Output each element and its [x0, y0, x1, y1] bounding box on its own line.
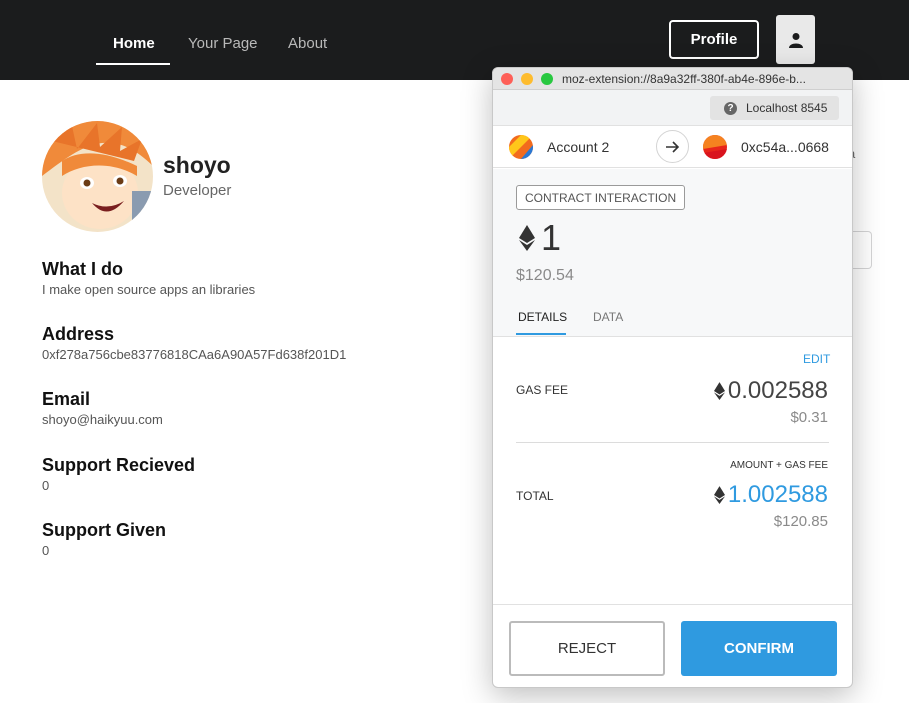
- background-button-fragment: [850, 231, 872, 269]
- user-menu-button[interactable]: [776, 15, 815, 64]
- edit-gas-link[interactable]: EDIT: [803, 352, 830, 366]
- ethereum-icon: [519, 225, 535, 251]
- amount-eth-value: 1: [541, 217, 562, 258]
- from-account-name: Account 2: [547, 139, 610, 155]
- section-title-support-received: Support Recieved: [42, 455, 196, 475]
- confirm-button[interactable]: CONFIRM: [681, 621, 837, 676]
- profile-name: shoyo: [163, 152, 231, 178]
- gas-fee-label: GAS FEE: [516, 383, 569, 397]
- section-value-what-i-do: I make open source apps an libraries: [42, 282, 256, 297]
- section-title-support-given: Support Given: [42, 520, 167, 540]
- maximize-window-button[interactable]: [541, 73, 553, 85]
- transaction-amount: 1: [519, 217, 561, 259]
- popup-footer: REJECT CONFIRM: [493, 604, 852, 687]
- nav-active-indicator: [96, 63, 170, 65]
- nav-home-link[interactable]: Home: [113, 35, 155, 52]
- contract-interaction-badge: CONTRACT INTERACTION: [516, 185, 686, 210]
- network-selector[interactable]: ? Localhost 8545: [710, 96, 839, 120]
- network-bar: ? Localhost 8545: [493, 90, 852, 126]
- network-name: Localhost 8545: [746, 101, 828, 115]
- nav-your-page-link[interactable]: Your Page: [188, 35, 258, 52]
- question-icon: ?: [724, 101, 737, 115]
- section-title-email: Email: [42, 389, 91, 409]
- gas-fee-eth: 0.002588: [713, 377, 828, 405]
- tab-details[interactable]: DETAILS: [518, 310, 567, 324]
- ethereum-icon: [713, 486, 725, 504]
- close-window-button[interactable]: [501, 73, 513, 85]
- to-account-identicon: [703, 135, 727, 159]
- minimize-window-button[interactable]: [521, 73, 533, 85]
- section-divider: [516, 442, 829, 443]
- total-eth-value: 1.002588: [727, 481, 828, 508]
- amount-fiat-value: $120.54: [516, 267, 574, 284]
- total-eth: 1.002588: [713, 481, 828, 509]
- section-title-address: Address: [42, 324, 115, 344]
- transaction-summary: CONTRACT INTERACTION 1 $120.54 DETAILS D…: [493, 169, 852, 337]
- account-transfer-row: Account 2 0xc54a...0668: [493, 126, 852, 168]
- arrow-right-icon: [665, 140, 679, 153]
- to-account-address: 0xc54a...0668: [741, 139, 829, 155]
- user-icon: [788, 32, 803, 48]
- section-value-support-given: 0: [42, 543, 50, 558]
- section-title-what-i-do: What I do: [42, 259, 123, 279]
- from-account-identicon: [509, 135, 533, 159]
- window-titlebar: moz-extension://8a9a32ff-380f-ab4e-896e-…: [493, 68, 852, 90]
- active-tab-indicator: [516, 333, 566, 335]
- nav-about-link[interactable]: About: [288, 35, 327, 52]
- profile-avatar: [42, 121, 153, 232]
- total-label: TOTAL: [516, 489, 554, 503]
- section-value-address: 0xf278a756cbe83776818CAa6A90A57Fd638f201…: [42, 347, 347, 362]
- window-url: moz-extension://8a9a32ff-380f-ab4e-896e-…: [562, 72, 806, 86]
- tab-data[interactable]: DATA: [593, 310, 623, 324]
- gas-fee-eth-value: 0.002588: [727, 377, 828, 404]
- profile-button[interactable]: Profile: [669, 20, 759, 59]
- total-sublabel: AMOUNT + GAS FEE: [730, 460, 828, 471]
- metamask-popup-window: moz-extension://8a9a32ff-380f-ab4e-896e-…: [492, 67, 853, 688]
- ethereum-icon: [713, 382, 725, 400]
- total-fiat: $120.85: [773, 513, 828, 530]
- gas-fee-fiat: $0.31: [790, 409, 828, 426]
- profile-role: Developer: [163, 182, 232, 199]
- section-value-support-received: 0: [42, 478, 50, 493]
- reject-button[interactable]: REJECT: [509, 621, 665, 676]
- section-value-email: shoyo@haikyuu.com: [42, 412, 163, 427]
- transfer-arrow: [656, 130, 689, 163]
